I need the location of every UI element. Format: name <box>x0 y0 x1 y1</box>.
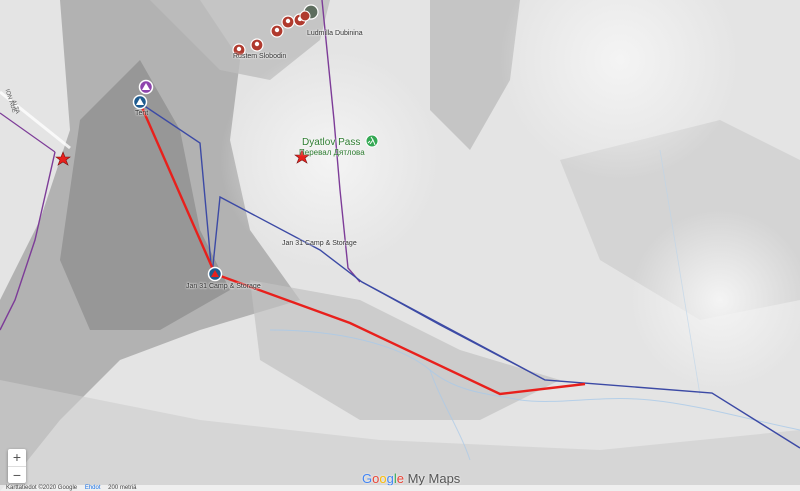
copyright-text: Karttatiedot ©2020 Google <box>6 485 78 491</box>
victim-marker-4[interactable] <box>281 15 295 29</box>
tent-label: Tent <box>135 110 149 117</box>
pass-name: Dyatlov Pass <box>302 137 361 148</box>
logo-letter-o2: o <box>379 471 387 486</box>
slobodin-label: Rustem Slobodin <box>233 53 287 60</box>
hiking-icon[interactable] <box>365 134 379 148</box>
logo-product-name: My Maps <box>407 471 461 486</box>
pass-name-local: Перевал Дятлова <box>299 148 365 157</box>
zoom-in-button[interactable]: + <box>8 449 26 466</box>
tent-marker-blue[interactable] <box>132 94 148 110</box>
terrain-map[interactable] <box>0 0 800 491</box>
camp-label-secondary: Jan 31 Camp & Storage <box>282 240 357 247</box>
logo-letter-g2: g <box>386 471 394 486</box>
victim-marker-2[interactable] <box>250 38 264 52</box>
zoom-out-button[interactable]: − <box>8 466 26 484</box>
logo-letter-e: e <box>396 471 404 486</box>
terms-link[interactable]: Ehdot <box>85 485 101 491</box>
camp-label-main: Jan 31 Camp & Storage <box>186 283 261 290</box>
zoom-control: + − <box>8 449 26 483</box>
map-footer: Karttatiedot ©2020 Google Ehdot 200 metr… <box>0 485 800 491</box>
camp-marker[interactable] <box>207 266 223 282</box>
dubinina-label: Ludmilla Dubinina <box>307 30 363 37</box>
victim-marker-3[interactable] <box>270 24 284 38</box>
logo-letter-g: G <box>362 471 373 486</box>
scale-label: 200 metriä <box>108 485 137 491</box>
google-my-maps-logo: Google My Maps <box>362 471 460 486</box>
tent-marker-purple[interactable] <box>138 79 154 95</box>
